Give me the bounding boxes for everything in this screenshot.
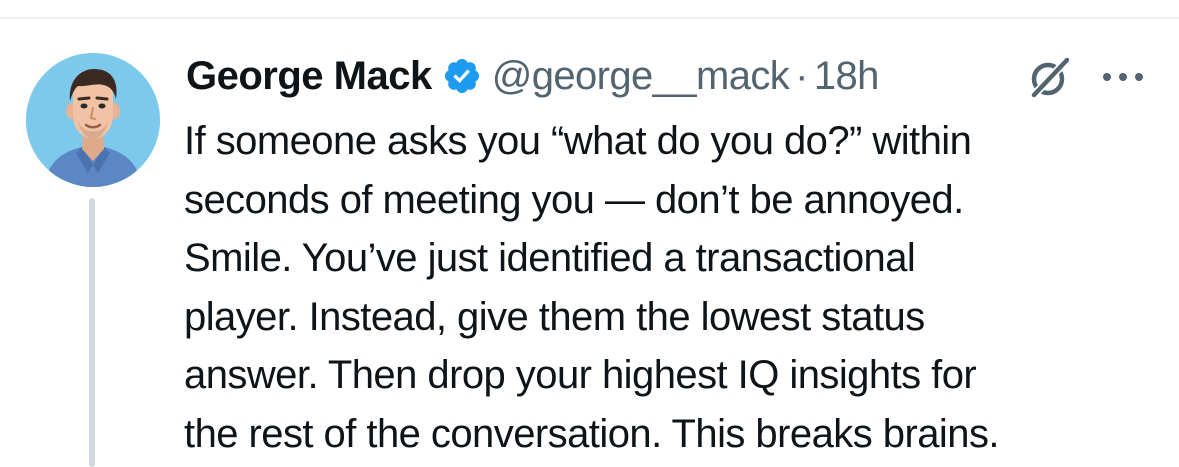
tweet-text-line: answer. Then drop your highest IQ insigh… xyxy=(184,353,977,397)
tweet-text-line: Smile. You’ve just identified a transact… xyxy=(184,236,916,280)
tweet-text-line: player. Instead, give them the lowest st… xyxy=(184,294,925,339)
tweet[interactable]: George Mack @george__mack · 18h If someo… xyxy=(0,0,1179,467)
tweet-header: George Mack @george__mack · 18h xyxy=(186,46,879,106)
avatar-illustration xyxy=(26,53,160,187)
grok-icon[interactable] xyxy=(1024,53,1074,103)
top-divider xyxy=(0,17,1179,19)
display-name[interactable]: George Mack xyxy=(186,54,432,99)
separator-dot: · xyxy=(795,53,808,98)
more-icon[interactable] xyxy=(1100,62,1146,92)
verified-badge-icon[interactable] xyxy=(442,56,482,96)
handle[interactable]: @george__mack xyxy=(492,54,790,99)
tweet-text-line: the rest of the conversation. This break… xyxy=(184,411,1000,456)
thread-line xyxy=(89,198,95,467)
avatar[interactable] xyxy=(26,53,160,187)
tweet-text-line: seconds of meeting you — don’t be annoye… xyxy=(184,177,964,222)
tweet-text: If someone asks you “what do you do?” wi… xyxy=(184,112,1169,463)
timestamp[interactable]: 18h xyxy=(814,54,880,99)
tweet-text-line: If someone asks you “what do you do?” wi… xyxy=(184,119,972,163)
